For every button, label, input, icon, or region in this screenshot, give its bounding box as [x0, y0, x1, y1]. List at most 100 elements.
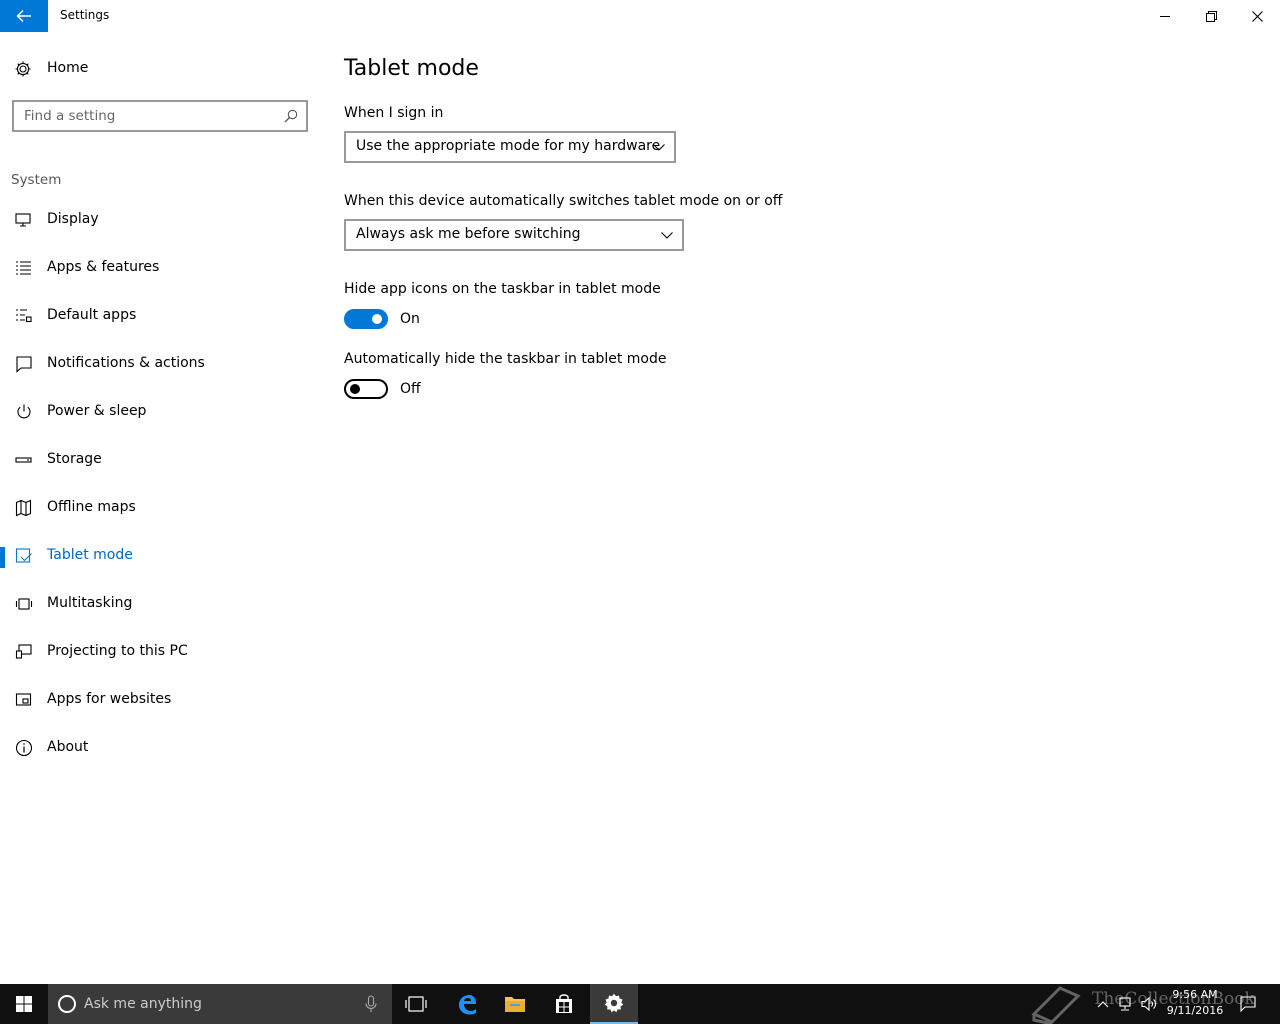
auto-switch-label: When this device automatically switches …	[344, 193, 783, 209]
sidebar-item-tablet-mode[interactable]: Tablet mode	[0, 536, 320, 576]
cortana-search-text: Ask me anything	[84, 996, 202, 1012]
hide-taskbar-state: Off	[400, 381, 421, 397]
start-button[interactable]	[0, 984, 48, 1024]
hide-icons-toggle[interactable]	[344, 309, 388, 329]
file-explorer-icon	[505, 997, 525, 1012]
edge-button[interactable]	[443, 984, 491, 1024]
sidebar-item-notifications[interactable]: Notifications & actions	[0, 344, 320, 384]
main-content: Tablet mode When I sign in Use the appro…	[344, 32, 1244, 984]
sidebar-item-label: Storage	[47, 451, 102, 467]
task-view-icon	[405, 996, 427, 1012]
search-box[interactable]	[12, 100, 308, 132]
monitor-icon	[15, 213, 31, 227]
tablet-icon	[15, 548, 32, 563]
sidebar-item-label: Projecting to this PC	[47, 643, 188, 659]
restore-icon	[1205, 10, 1217, 22]
sidebar-item-projecting[interactable]: Projecting to this PC	[0, 632, 320, 672]
settings-icon	[604, 993, 624, 1013]
sign-in-dropdown-value: Use the appropriate mode for my hardware	[356, 138, 661, 154]
window-title: Settings	[60, 8, 110, 22]
clock-date: 9/11/2016	[1166, 1004, 1224, 1017]
apps-websites-icon	[15, 693, 32, 706]
sidebar-item-label: Display	[47, 211, 99, 227]
sign-in-label: When I sign in	[344, 105, 444, 121]
hide-icons-label: Hide app icons on the taskbar in tablet …	[344, 281, 661, 297]
sidebar-item-label: Apps & features	[47, 259, 160, 275]
task-view-button[interactable]	[392, 984, 440, 1024]
storage-icon	[15, 457, 32, 463]
hide-taskbar-toggle[interactable]	[344, 379, 388, 399]
sidebar-item-apps-features[interactable]: Apps & features	[0, 248, 320, 288]
chevron-down-icon	[653, 144, 665, 151]
cortana-icon	[58, 995, 76, 1013]
volume-icon	[1141, 996, 1156, 1012]
list-icon	[16, 261, 31, 275]
show-hidden-icons-button[interactable]	[1094, 984, 1112, 1024]
sidebar-item-label: Apps for websites	[47, 691, 172, 707]
close-button[interactable]	[1234, 0, 1280, 32]
clock-time: 9:56 AM	[1172, 988, 1218, 1001]
sign-in-dropdown[interactable]: Use the appropriate mode for my hardware	[344, 131, 676, 163]
sidebar: Home System Display Apps & features Defa…	[0, 32, 320, 984]
windows-logo-icon	[16, 996, 32, 1012]
auto-switch-dropdown[interactable]: Always ask me before switching	[344, 219, 684, 251]
sidebar-item-label: Default apps	[47, 307, 137, 323]
hide-taskbar-label: Automatically hide the taskbar in tablet…	[344, 351, 667, 367]
store-icon	[556, 994, 572, 1013]
file-explorer-button[interactable]	[491, 984, 539, 1024]
restore-button[interactable]	[1188, 0, 1234, 32]
toggle-knob	[372, 314, 382, 324]
sidebar-item-home[interactable]: Home	[0, 52, 320, 84]
sidebar-item-default-apps[interactable]: Default apps	[0, 296, 320, 336]
sidebar-item-multitasking[interactable]: Multitasking	[0, 584, 320, 624]
auto-switch-dropdown-value: Always ask me before switching	[356, 226, 581, 242]
power-icon	[17, 404, 31, 419]
arrow-left-icon	[16, 10, 31, 22]
section-label-system: System	[11, 172, 62, 188]
sidebar-item-label: Notifications & actions	[47, 355, 205, 371]
sidebar-item-apps-websites[interactable]: Apps for websites	[0, 680, 320, 720]
default-apps-icon	[16, 309, 32, 323]
network-button[interactable]	[1116, 984, 1136, 1024]
sidebar-item-display[interactable]: Display	[0, 200, 320, 240]
sidebar-item-label: Power & sleep	[47, 403, 147, 419]
taskbar: Ask me anything TheCollectionBook 9:56 A…	[0, 984, 1280, 1024]
multitasking-icon	[15, 598, 33, 610]
settings-taskbar-button[interactable]	[590, 984, 638, 1024]
search-input[interactable]	[24, 107, 274, 125]
sidebar-item-storage[interactable]: Storage	[0, 440, 320, 480]
back-button[interactable]	[0, 0, 48, 32]
action-center-button[interactable]	[1236, 984, 1260, 1024]
store-button[interactable]	[540, 984, 588, 1024]
chevron-down-icon	[661, 232, 673, 239]
toggle-knob	[350, 384, 360, 394]
minimize-icon	[1160, 16, 1170, 17]
network-icon	[1119, 997, 1131, 1011]
action-center-icon	[1240, 996, 1256, 1012]
page-title: Tablet mode	[344, 56, 479, 81]
cortana-search-box[interactable]: Ask me anything	[48, 984, 392, 1024]
minimize-button[interactable]	[1142, 0, 1188, 32]
search-icon[interactable]	[284, 109, 298, 123]
title-bar: Settings	[0, 0, 1280, 32]
info-icon	[15, 739, 33, 757]
edge-icon	[459, 995, 476, 1015]
volume-button[interactable]	[1140, 984, 1160, 1024]
gear-icon	[15, 61, 31, 77]
notification-icon	[16, 356, 32, 373]
sidebar-item-label: Tablet mode	[47, 547, 133, 563]
sidebar-item-power-sleep[interactable]: Power & sleep	[0, 392, 320, 432]
close-icon	[1251, 10, 1263, 22]
projecting-icon	[15, 644, 32, 659]
chevron-up-icon	[1097, 1001, 1109, 1008]
map-icon	[15, 499, 32, 517]
book-logo-icon	[1031, 986, 1081, 1024]
hide-icons-state: On	[400, 311, 420, 327]
sidebar-item-label: Multitasking	[47, 595, 133, 611]
microphone-icon[interactable]	[364, 995, 378, 1013]
sidebar-item-label: About	[47, 739, 89, 755]
sidebar-item-label: Home	[47, 60, 89, 76]
sidebar-item-about[interactable]: About	[0, 728, 320, 768]
clock[interactable]: 9:56 AM 9/11/2016	[1160, 987, 1230, 1019]
sidebar-item-offline-maps[interactable]: Offline maps	[0, 488, 320, 528]
